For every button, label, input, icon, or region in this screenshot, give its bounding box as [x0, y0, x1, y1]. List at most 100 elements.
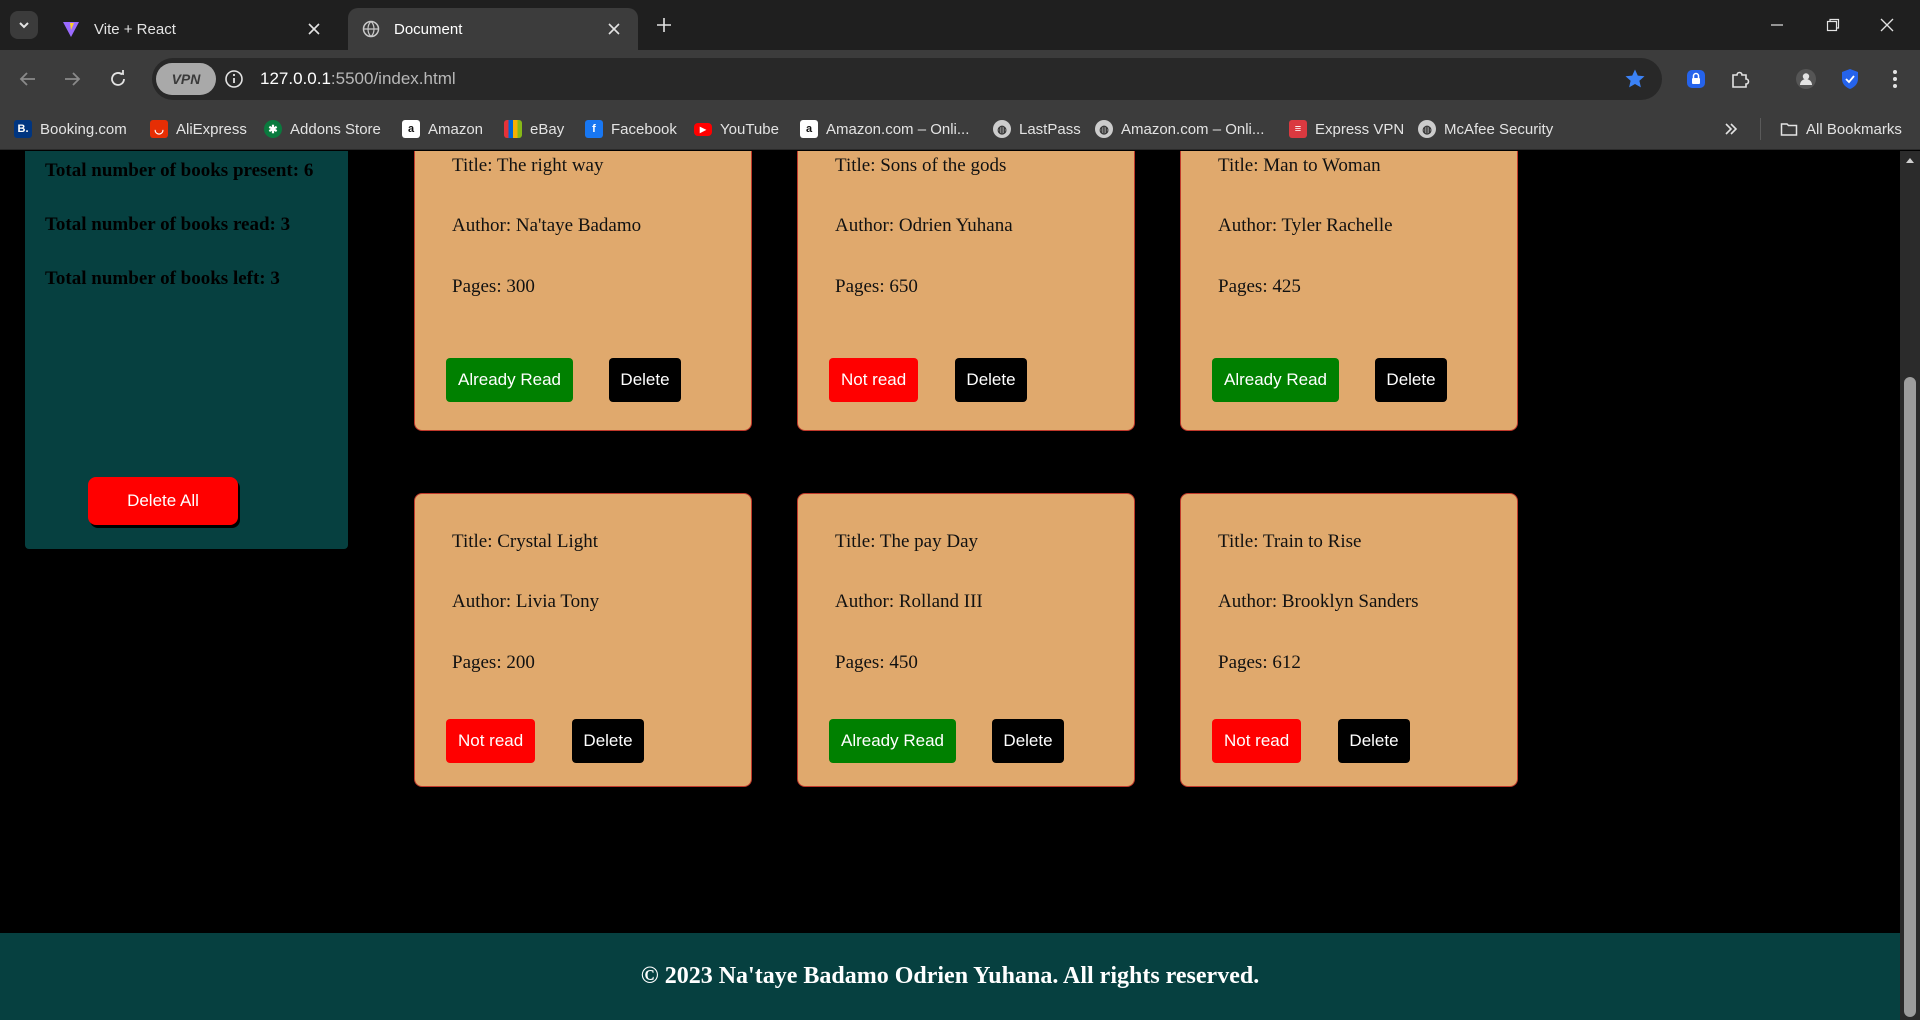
new-tab-button[interactable] [652, 13, 676, 37]
bookmark-label: Amazon.com – Onli... [826, 120, 970, 138]
facebook-icon: f [585, 120, 603, 138]
bookmark-label: Facebook [611, 120, 677, 138]
bookmark-amazon[interactable]: a Amazon [402, 117, 483, 141]
book-card: Title: The pay Day Author: Rolland III P… [797, 493, 1135, 787]
tab-title: Vite + React [94, 20, 176, 38]
tab-strip: Vite + React Document [0, 0, 1920, 50]
book-card: Title: Sons of the gods Author: Odrien Y… [797, 151, 1135, 431]
back-button[interactable] [14, 65, 42, 93]
restore-icon [1826, 18, 1840, 32]
close-icon[interactable] [604, 19, 624, 39]
url-text[interactable]: 127.0.0.1:5500/index.html [260, 69, 456, 89]
chevron-down-icon [19, 22, 29, 29]
more-vertical-icon [1893, 70, 1897, 88]
read-status-button[interactable]: Already Read [1212, 358, 1340, 402]
page-viewport: Total number of books present: 6 Total n… [0, 151, 1900, 1020]
minimize-icon [1771, 24, 1783, 26]
bookmark-amazon-online-2[interactable]: ◍ Amazon.com – Onli... [1095, 117, 1264, 141]
close-icon[interactable] [304, 19, 324, 39]
read-status-button[interactable]: Not read [1212, 719, 1302, 763]
tab-search-button[interactable] [10, 11, 38, 39]
book-author: Author: Brooklyn Sanders [1218, 591, 1419, 612]
close-icon [1880, 18, 1894, 32]
copyright-text: © 2023 Na'taye Badamo Odrien Yuhana. All… [640, 963, 1260, 989]
delete-all-button[interactable]: Delete All [88, 477, 238, 525]
book-title: Title: Train to Rise [1218, 531, 1362, 552]
bookmark-label: Booking.com [40, 120, 127, 138]
read-status-button[interactable]: Already Read [446, 358, 574, 402]
read-status-button[interactable]: Not read [446, 719, 536, 763]
bookmark-booking[interactable]: B. Booking.com [14, 117, 127, 141]
delete-book-button[interactable]: Delete [1375, 358, 1447, 402]
bookmark-lastpass[interactable]: ◍ LastPass [993, 117, 1081, 141]
bookmark-aliexpress[interactable]: ◡ AliExpress [150, 117, 247, 141]
amazon-icon: a [800, 120, 818, 138]
bookmarks-bar: B. Booking.com ◡ AliExpress ✱ Addons Sto… [0, 108, 1920, 150]
scroll-up-arrow-icon[interactable] [1905, 155, 1915, 165]
url-host: 127.0.0.1 [260, 69, 331, 88]
shield-extension-button[interactable] [1837, 66, 1863, 92]
site-info-icon[interactable] [224, 69, 244, 89]
vertical-scrollbar[interactable] [1900, 151, 1920, 1020]
close-window-button[interactable] [1872, 10, 1902, 40]
delete-book-button[interactable]: Delete [609, 358, 681, 402]
browser-menu-button[interactable] [1882, 66, 1908, 92]
all-bookmarks-button[interactable]: All Bookmarks [1780, 117, 1902, 141]
profile-button[interactable] [1793, 66, 1819, 92]
book-title: Title: Crystal Light [452, 531, 599, 552]
bookmark-facebook[interactable]: f Facebook [585, 117, 677, 141]
bookmark-express-vpn[interactable]: ≡ Express VPN [1289, 117, 1404, 141]
delete-book-button[interactable]: Delete [572, 719, 644, 763]
youtube-icon: ▶ [694, 122, 712, 136]
book-pages: Pages: 200 [452, 652, 535, 673]
bookmark-youtube[interactable]: ▶ YouTube [694, 117, 779, 141]
bookmark-ebay[interactable]: eBay [504, 117, 564, 141]
book-card: Title: Man to Woman Author: Tyler Rachel… [1180, 151, 1518, 431]
address-bar[interactable]: VPN 127.0.0.1:5500/index.html [152, 58, 1662, 100]
lastpass-extension-button[interactable] [1683, 66, 1709, 92]
bookmark-label: Express VPN [1315, 120, 1405, 138]
ebay-icon [504, 120, 522, 138]
forward-button[interactable] [58, 65, 86, 93]
bookmark-label: Amazon [428, 120, 484, 138]
book-author: Author: Livia Tony [452, 591, 600, 612]
arrow-left-icon [19, 72, 35, 86]
bookmark-addons-store[interactable]: ✱ Addons Store [264, 117, 381, 141]
book-author: Author: Rolland III [835, 591, 983, 612]
bookmark-mcafee[interactable]: ◍ McAfee Security [1418, 117, 1553, 141]
restore-button[interactable] [1818, 10, 1848, 40]
bookmarks-overflow-button[interactable] [1723, 117, 1739, 141]
tab-title: Document [394, 20, 463, 38]
bookmark-label: AliExpress [176, 120, 247, 138]
bookmarks-divider [1760, 118, 1761, 140]
read-status-button[interactable]: Not read [829, 358, 919, 402]
minimize-button[interactable] [1762, 10, 1792, 40]
book-pages: Pages: 450 [835, 652, 918, 673]
book-title: Title: Man to Woman [1218, 155, 1381, 176]
book-title: Title: The right way [452, 155, 604, 176]
amazon-icon: a [402, 120, 420, 138]
tab-document[interactable]: Document [348, 8, 638, 50]
url-path: :5500/index.html [330, 69, 456, 88]
bookmark-star-icon[interactable] [1624, 68, 1646, 90]
tab-vite-react[interactable]: Vite + React [48, 8, 338, 50]
read-status-button[interactable]: Already Read [829, 719, 957, 763]
books-left-count: Total number of books left: 3 [45, 268, 280, 289]
vpn-button[interactable]: VPN [156, 63, 216, 95]
expressvpn-icon: ≡ [1289, 120, 1307, 138]
aliexpress-icon: ◡ [150, 120, 168, 138]
addons-icon: ✱ [264, 120, 282, 138]
bookmark-label: McAfee Security [1444, 120, 1554, 138]
delete-book-button[interactable]: Delete [1338, 719, 1410, 763]
stats-panel: Total number of books present: 6 Total n… [25, 151, 348, 549]
bookmark-label: Addons Store [290, 120, 381, 138]
chevron-double-right-icon [1725, 123, 1738, 135]
bookmark-amazon-online[interactable]: a Amazon.com – Onli... [800, 117, 969, 141]
delete-book-button[interactable]: Delete [992, 719, 1064, 763]
book-pages: Pages: 300 [452, 276, 535, 297]
delete-book-button[interactable]: Delete [955, 358, 1027, 402]
scrollbar-thumb[interactable] [1904, 377, 1916, 1017]
folder-icon [1780, 123, 1798, 136]
reload-button[interactable] [104, 65, 132, 93]
extensions-button[interactable] [1727, 66, 1753, 92]
